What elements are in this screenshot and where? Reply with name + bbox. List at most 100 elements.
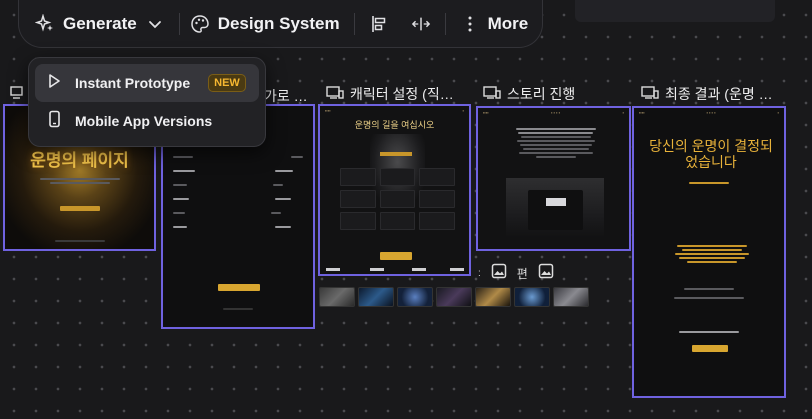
row-label xyxy=(275,226,291,228)
story-text-line xyxy=(518,132,593,134)
story-scene-image xyxy=(506,178,604,238)
row-label xyxy=(291,156,303,158)
row-label xyxy=(173,170,195,172)
footer-line xyxy=(223,308,253,310)
option-card xyxy=(379,190,416,208)
device-icon xyxy=(641,85,659,103)
toolbar-divider xyxy=(353,12,355,35)
generate-button[interactable]: Generate xyxy=(35,0,165,47)
story-choice-button xyxy=(546,198,566,206)
option-card xyxy=(340,212,376,230)
option-card xyxy=(419,190,455,208)
more-dots-icon xyxy=(460,14,480,34)
result-text-line xyxy=(674,253,749,255)
frame-title-1[interactable] xyxy=(10,86,26,103)
row-label xyxy=(275,198,291,200)
row-label xyxy=(173,212,185,214)
generate-dropdown: Instant Prototype NEW Mobile App Version… xyxy=(28,57,266,147)
row-label xyxy=(271,212,281,214)
image-thumbnail[interactable] xyxy=(514,287,550,307)
device-icon xyxy=(450,268,464,271)
image-thumbnail[interactable] xyxy=(553,287,589,307)
label-bar xyxy=(380,152,412,156)
option-card xyxy=(419,168,455,186)
frame-title-3[interactable]: 캐릭터 설정 (직… xyxy=(326,84,454,104)
story-text-line xyxy=(515,128,596,130)
image-icon[interactable] xyxy=(491,263,507,284)
story-text-line xyxy=(535,156,576,158)
frame-title-2[interactable]: 가로 … xyxy=(264,86,308,106)
result-text-line xyxy=(676,245,747,247)
mini-nav: ▪▪▪▪ ▪ ▪ ▪ ▪ ▪ xyxy=(639,109,779,115)
restart-text xyxy=(679,331,739,333)
frame-cta-button xyxy=(218,284,260,291)
row-label xyxy=(273,184,283,186)
final-heading: 당신의 운명이 결정되었습니다 xyxy=(649,138,773,170)
device-icon xyxy=(10,86,26,103)
distribute-icon[interactable] xyxy=(411,14,431,34)
image-icon-row: : 편 xyxy=(478,263,554,284)
more-button[interactable]: More xyxy=(460,0,529,47)
frame-title-4-label: 스토리 진행 xyxy=(507,86,576,102)
mini-nav: ▪▪▪▪ ▪ ▪ ▪ ▪ ▪ xyxy=(483,109,624,115)
result-text-line xyxy=(686,261,737,263)
frame-title-5[interactable]: 최종 결과 (운명 … xyxy=(641,84,773,104)
toolbar-divider xyxy=(444,12,446,35)
mobile-app-versions-item[interactable]: Mobile App Versions xyxy=(35,102,259,140)
result-text-line xyxy=(684,288,734,290)
device-icon xyxy=(370,268,384,271)
temple-silhouette xyxy=(528,190,583,230)
restart-button xyxy=(692,345,728,352)
frame-character-setup[interactable]: ▪▪▪▪ ▪ 운명의 길을 여십시오 xyxy=(318,104,471,276)
hero-cta-button xyxy=(60,206,100,211)
top-toolbar: Generate Design System More xyxy=(18,0,543,48)
frame-title-2-label: 가로 … xyxy=(264,88,308,104)
more-label: More xyxy=(487,13,529,33)
image-thumbnail[interactable] xyxy=(397,287,433,307)
instant-prototype-label: Instant Prototype xyxy=(75,75,191,91)
image-thumbnail[interactable] xyxy=(475,287,511,307)
divider-line xyxy=(689,182,729,184)
result-text-line xyxy=(674,297,744,299)
frame-story[interactable]: ▪▪▪▪ ▪ ▪ ▪ ▪ ▪ xyxy=(476,106,631,251)
frame-title-5-label: 최종 결과 (운명 … xyxy=(665,86,773,102)
design-system-button[interactable]: Design System xyxy=(190,0,340,47)
story-text-line xyxy=(516,140,595,142)
frame-cta-button xyxy=(380,252,412,260)
image-thumbnail[interactable] xyxy=(319,287,355,307)
story-text-line xyxy=(519,144,592,146)
image-thumbnail-strip xyxy=(319,287,589,307)
hero-text-line xyxy=(50,182,110,184)
sparkle-icon xyxy=(35,13,55,34)
small-icon-label: 편 xyxy=(516,267,528,281)
secondary-toolbar xyxy=(575,0,775,22)
frame-device-row xyxy=(326,268,486,280)
frame-title-3-label: 캐릭터 설정 (직… xyxy=(350,86,454,102)
device-icon xyxy=(326,85,344,103)
mobile-app-versions-label: Mobile App Versions xyxy=(75,113,213,129)
option-card xyxy=(340,190,376,208)
align-icon[interactable] xyxy=(369,14,389,34)
row-label xyxy=(275,170,293,172)
design-system-label: Design System xyxy=(217,13,340,33)
chevron-down-icon xyxy=(145,14,165,34)
story-text-line xyxy=(522,148,589,150)
frame-final-result[interactable]: ▪▪▪▪ ▪ ▪ ▪ ▪ ▪ 당신의 운명이 결정되었습니다 xyxy=(632,106,786,398)
footer-line xyxy=(55,240,105,242)
image-icon[interactable] xyxy=(538,263,554,284)
story-text-line xyxy=(518,152,593,154)
option-card xyxy=(379,212,416,230)
row-label xyxy=(173,226,187,228)
instant-prototype-item[interactable]: Instant Prototype NEW xyxy=(35,64,259,102)
hero-title: 운명의 페이지 xyxy=(30,151,129,170)
device-icon xyxy=(326,268,340,271)
colon-mark: : xyxy=(478,268,481,279)
option-card xyxy=(419,212,455,230)
mini-nav: ▪▪▪▪ ▪ xyxy=(325,107,464,113)
option-card xyxy=(379,168,416,186)
toolbar-divider xyxy=(178,12,180,35)
image-thumbnail[interactable] xyxy=(436,287,472,307)
new-badge: NEW xyxy=(208,74,246,92)
frame-title-4[interactable]: 스토리 진행 xyxy=(483,84,575,104)
image-thumbnail[interactable] xyxy=(358,287,394,307)
